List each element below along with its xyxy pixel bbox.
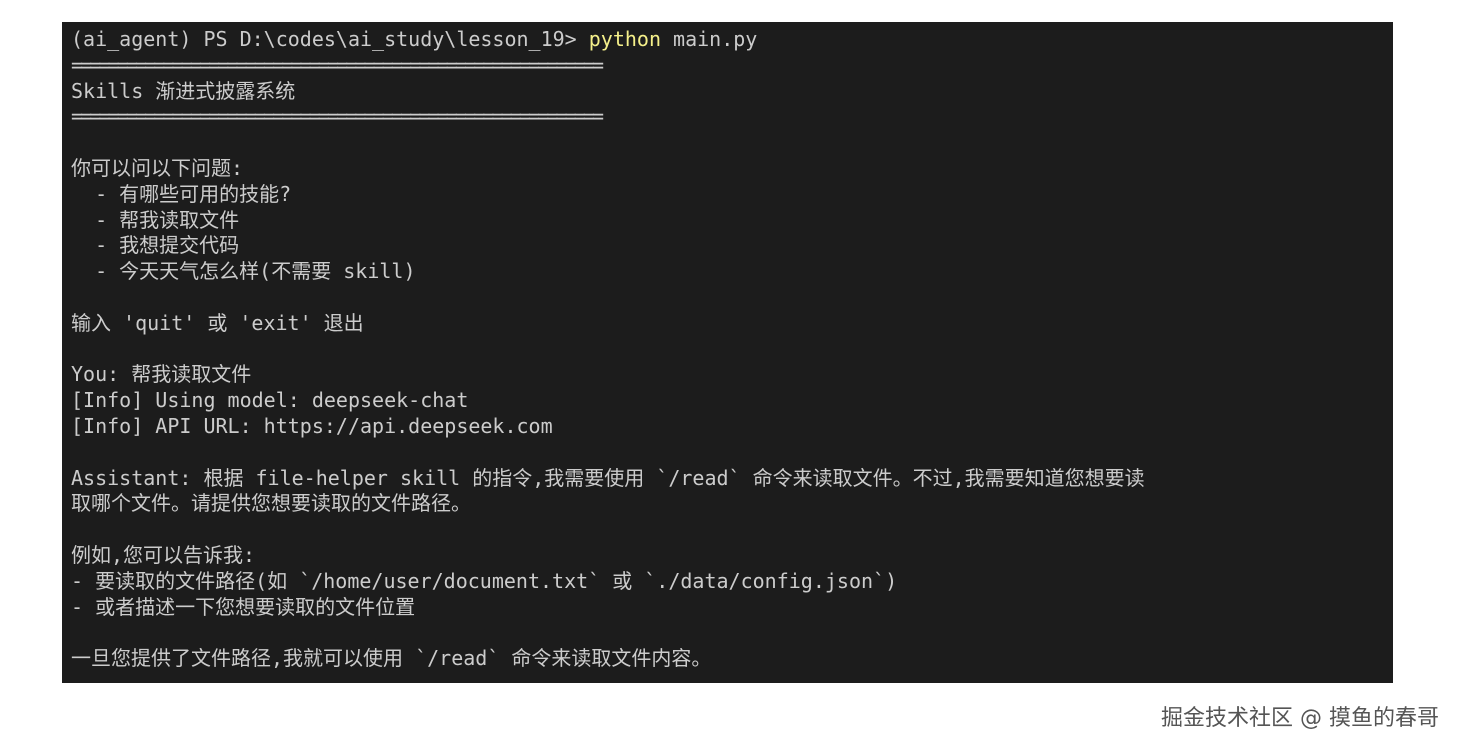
prompt-prefix: (ai_agent) PS D:\codes\ai_study\lesson_1… [71,27,589,51]
example-item: - 帮我读取文件 [71,207,240,232]
example-item: - 我想提交代码 [71,233,240,258]
option-item: - 要读取的文件路径(如 `/home/user/document.txt` 或… [71,568,898,593]
assistant-response-line: 取哪个文件。请提供您想要读取的文件路径。 [71,491,471,516]
prompt-command: python [588,27,662,51]
example-intro: 例如,您可以告诉我: [71,542,256,567]
terminal-output: (ai_agent) PS D:\codes\ai_study\lesson_1… [71,27,1387,672]
exit-hint: 输入 'quit' 或 'exit' 退出 [71,310,364,335]
closing-line: 一旦您提供了文件路径,我就可以使用 `/read` 命令来读取文件内容。 [71,646,712,671]
example-item: - 今天天气怎么样(不需要 skill) [71,259,416,284]
banner-title: Skills 渐进式披露系统 [71,78,296,103]
watermark-text: 掘金技术社区 @ 摸鱼的春哥 [1161,706,1439,731]
prompt-args: main.py [661,27,758,51]
info-model-line: [Info] Using model: deepseek-chat [71,388,469,413]
terminal-window[interactable]: (ai_agent) PS D:\codes\ai_study\lesson_1… [62,22,1393,683]
banner-rule-bottom: ========================================… [71,104,604,129]
assistant-response-line: Assistant: 根据 file-helper skill 的指令,我需要使… [71,465,1145,490]
info-api-line: [Info] API URL: https://api.deepseek.com [71,413,553,438]
intro-text: 你可以问以下问题: [71,155,244,180]
option-item: - 或者描述一下您想要读取的文件位置 [71,594,416,619]
banner-rule-top: ========================================… [71,52,604,77]
example-item: - 有哪些可用的技能? [71,181,292,206]
user-input-line: You: 帮我读取文件 [71,362,252,387]
command-prompt-line: (ai_agent) PS D:\codes\ai_study\lesson_1… [71,27,1387,53]
